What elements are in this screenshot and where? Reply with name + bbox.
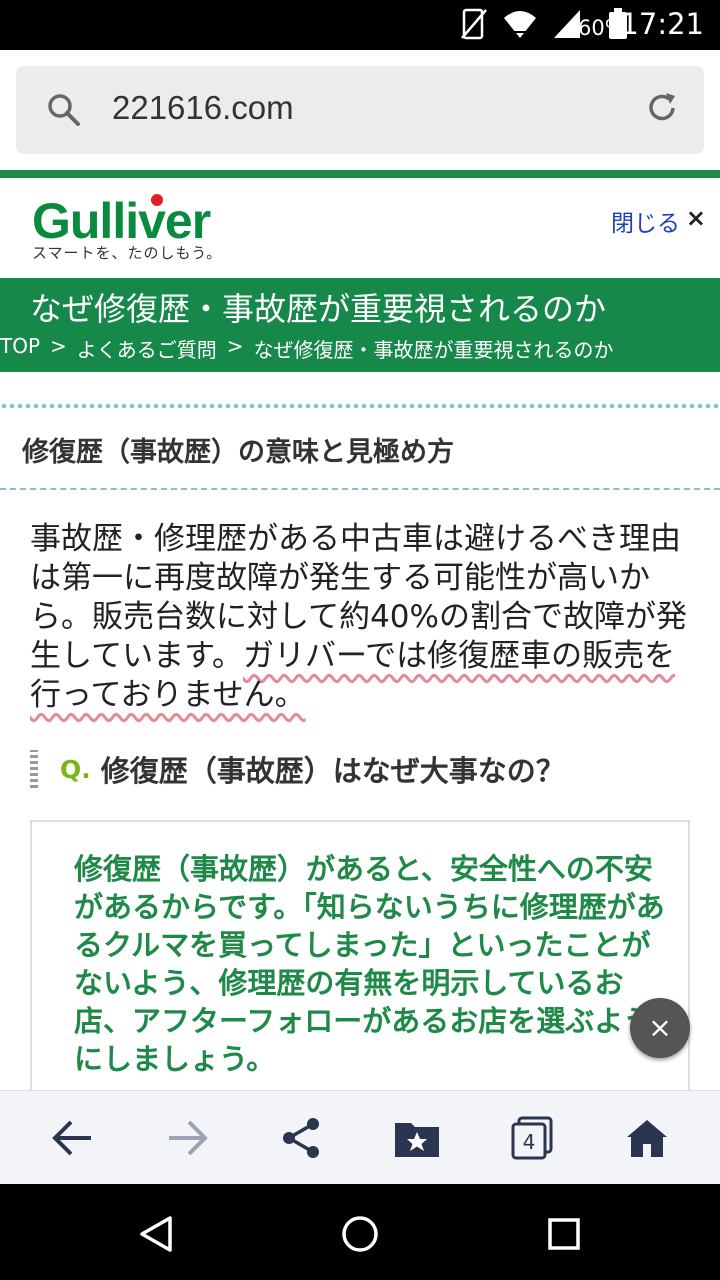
url-text[interactable]: 221616.com (112, 89, 294, 127)
breadcrumb-current: なぜ修復歴・事故歴が重要視されるのか (253, 338, 614, 362)
system-navigation-bar (0, 1184, 720, 1280)
tabs-icon: 4 (511, 1116, 553, 1160)
tab-count: 4 (523, 1130, 536, 1154)
close-fab-button[interactable]: × (630, 998, 690, 1058)
share-button[interactable] (276, 1113, 326, 1163)
faq-question: Q. 修復歴（事故歴）はなぜ大事なの？ (30, 748, 565, 790)
dashed-divider (0, 488, 720, 490)
close-icon[interactable]: × (686, 204, 706, 232)
back-arrow-icon (52, 1120, 91, 1156)
breadcrumb-top[interactable]: TOP (0, 334, 40, 363)
back-button[interactable] (48, 1113, 98, 1163)
dotted-divider (0, 402, 720, 410)
status-bar: 60% 17:21 (0, 0, 720, 50)
browser-address-area: 221616.com (0, 50, 720, 170)
question-marker (30, 750, 38, 788)
breadcrumb-separator: > (50, 334, 67, 358)
nav-home-icon[interactable] (340, 1214, 380, 1254)
title-band: なぜ修復歴・事故歴が重要視されるのか TOP > よくあるご質問 > なぜ修復歴… (0, 278, 720, 372)
logo-dot (151, 194, 163, 206)
address-bar[interactable]: 221616.com (16, 66, 704, 154)
nav-recents-icon[interactable] (544, 1214, 584, 1254)
reload-icon[interactable] (644, 90, 680, 126)
bookmarks-button[interactable] (392, 1113, 442, 1163)
vibrate-icon (461, 8, 487, 40)
header-accent-line (0, 170, 720, 178)
tagline: スマートを、たのしもう。 (32, 244, 223, 262)
breadcrumb-faq[interactable]: よくあるご質問 (77, 334, 217, 363)
close-link[interactable]: 閉じる (611, 204, 680, 238)
forward-button[interactable] (162, 1113, 212, 1163)
question-text: 修復歴（事故歴）はなぜ大事なの？ (100, 754, 565, 788)
site-header: Gulliver スマートを、たのしもう。 閉じる × (0, 178, 720, 278)
answer-text: 修復歴（事故歴）があると、安全性への不安があるからです。「知らないうちに修理歴が… (74, 852, 665, 1076)
breadcrumb: TOP > よくあるご質問 > なぜ修復歴・事故歴が重要視されるのか (0, 334, 614, 363)
body-paragraph: 事故歴・修理歴がある中古車は避けるべき理由は第一に再度故障が発生する可能性が高い… (30, 520, 690, 715)
clock: 17:21 (620, 7, 704, 41)
browser-toolbar: 4 (0, 1090, 720, 1184)
q-label: Q. (60, 754, 91, 784)
home-icon (627, 1120, 667, 1157)
home-button[interactable] (622, 1113, 672, 1163)
nav-back-icon[interactable] (136, 1214, 176, 1254)
battery-percent: 60% (578, 16, 625, 40)
search-icon (48, 94, 80, 126)
bookmark-folder-icon (395, 1123, 439, 1157)
wifi-icon (504, 11, 536, 38)
answer-box: 修復歴（事故歴）があると、安全性への不安があるからです。「知らないうちに修理歴が… (30, 820, 690, 1120)
breadcrumb-separator: > (226, 334, 244, 358)
page-title: なぜ修復歴・事故歴が重要視されるのか (30, 290, 607, 328)
share-icon (283, 1118, 319, 1158)
forward-arrow-icon (169, 1120, 208, 1156)
tabs-button[interactable]: 4 (506, 1113, 556, 1163)
section-heading: 修復歴（事故歴）の意味と見極め方 (22, 437, 454, 468)
